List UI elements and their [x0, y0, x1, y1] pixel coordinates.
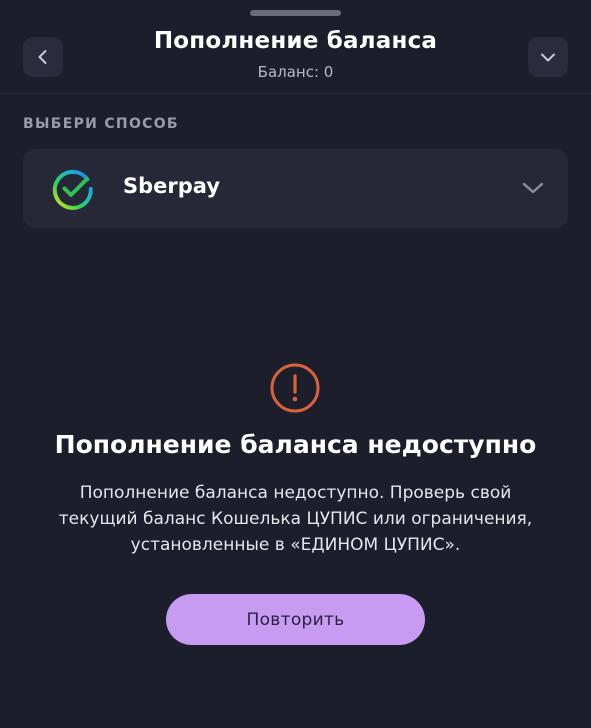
payment-method-name: Sberpay	[123, 174, 221, 198]
exclamation-circle-icon	[270, 363, 320, 413]
section-label: ВЫБЕРИ СПОСОБ	[23, 116, 179, 132]
balance-subtitle: Баланс: 0	[257, 63, 334, 81]
sberpay-logo-icon	[52, 169, 93, 210]
balance-topup-sheet: Пополнение баланса Баланс: 0 ВЫБЕРИ СПОС…	[0, 0, 591, 728]
chevron-left-icon	[38, 50, 47, 64]
error-message: Пополнение баланса недоступно. Проверь с…	[58, 483, 533, 555]
header: Пополнение баланса Баланс: 0	[0, 0, 591, 94]
chevron-down-icon	[541, 53, 555, 62]
collapse-button[interactable]	[528, 37, 568, 77]
page-title: Пополнение баланса	[153, 28, 438, 54]
chevron-down-icon	[522, 182, 544, 194]
retry-button[interactable]: Повторить	[166, 594, 425, 645]
error-title: Пополнение баланса недоступно	[54, 430, 537, 459]
payment-method-select[interactable]: Sberpay	[23, 149, 568, 228]
back-button[interactable]	[23, 37, 63, 77]
